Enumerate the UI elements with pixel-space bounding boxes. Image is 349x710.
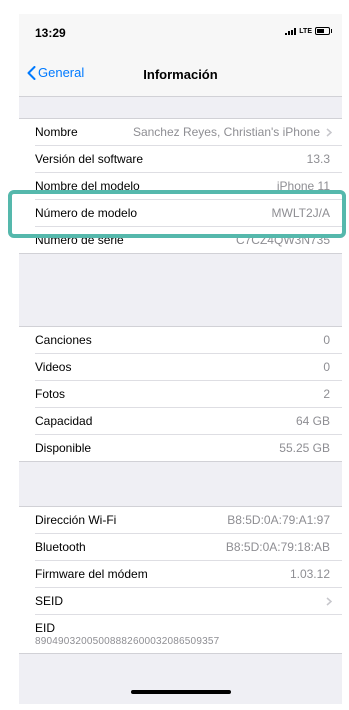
navigation-bar: General Información [19,52,342,97]
row-capacidad: Capacidad 64 GB [35,408,342,435]
row-label: Nombre [35,125,78,139]
status-indicators: LTE [285,27,332,35]
row-seid[interactable]: SEID [35,588,342,615]
network-group: Dirección Wi-Fi B8:5D:0A:79:A1:97 Blueto… [19,506,342,654]
row-value: B8:5D:0A:79:A1:97 [227,513,330,527]
row-videos: Videos 0 [35,354,342,381]
battery-icon [315,27,332,35]
row-value: 55.25 GB [279,441,330,455]
row-label: Versión del software [35,152,144,166]
highlight-box [8,190,346,238]
row-disponible: Disponible 55.25 GB [35,435,342,461]
status-bar: 13:29 LTE [19,14,342,52]
row-label: Fotos [35,387,66,401]
media-storage-group: Canciones 0 Videos 0 Fotos 2 Capacidad 6… [19,326,342,462]
row-label: Videos [35,360,72,374]
row-value: 0 [323,360,330,374]
row-fotos: Fotos 2 [35,381,342,408]
row-nombre[interactable]: Nombre Sanchez Reyes, Christian's iPhone [35,119,342,146]
row-version-software: Versión del software 13.3 [35,146,342,173]
row-label: Bluetooth [35,540,86,554]
eid-value: 89049032005008882600032086509357 [35,636,220,647]
carrier-label: LTE [299,27,312,35]
row-label: Canciones [35,333,92,347]
row-label: Capacidad [35,414,93,428]
page-title: Información [143,67,218,82]
signal-icon [285,27,297,35]
row-direccion-wifi: Dirección Wi-Fi B8:5D:0A:79:A1:97 [35,507,342,534]
row-canciones: Canciones 0 [35,327,342,354]
chevron-right-icon [326,597,332,606]
row-value: B8:5D:0A:79:18:AB [225,540,330,554]
row-label: Disponible [35,441,92,455]
row-value: 1.03.12 [289,567,330,581]
row-label: SEID [35,594,64,608]
row-firmware-modem: Firmware del módem 1.03.12 [35,561,342,588]
status-time: 13:29 [35,26,66,40]
phone-screen: 13:29 LTE General Información Nombre San… [19,14,342,704]
row-value: 2 [323,387,330,401]
row-value: Sanchez Reyes, Christian's iPhone [132,125,320,139]
row-label: Dirección Wi-Fi [35,513,117,527]
row-label: Firmware del módem [35,567,148,581]
row-value: 0 [323,333,330,347]
row-value: 64 GB [295,414,330,428]
home-indicator[interactable] [131,690,231,694]
chevron-right-icon [326,128,332,137]
row-value: 13.3 [306,152,330,166]
row-eid: EID 89049032005008882600032086509357 [35,615,342,653]
row-label: EID [35,621,56,635]
row-bluetooth: Bluetooth B8:5D:0A:79:18:AB [35,534,342,561]
